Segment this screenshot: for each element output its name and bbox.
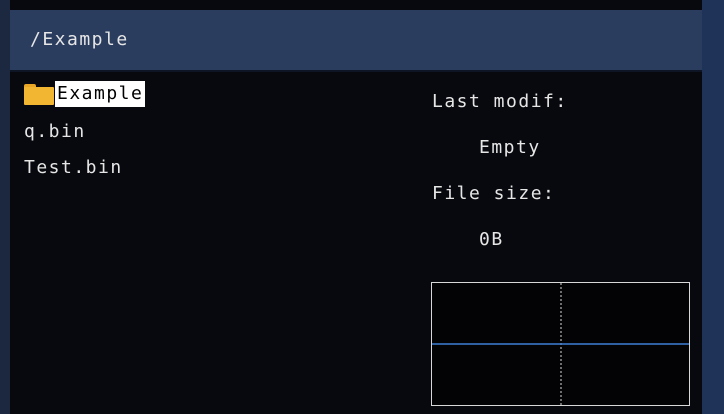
list-item-file-test-bin[interactable]: Test.bin [24,155,123,181]
file-browser-screen: /Example Example q.bin Test.bin Last mod… [0,0,724,414]
file-size-value: 0B [479,229,504,250]
last-modified-label: Last modif: [432,91,568,112]
last-modified-value: Empty [479,137,541,158]
left-frame-border [0,0,10,414]
list-item-label: Example [55,81,146,107]
list-item-file-q-bin[interactable]: q.bin [24,119,86,145]
list-item-folder-example[interactable]: Example [24,81,146,107]
path-divider [10,70,702,72]
waveform-preview-canvas [432,283,689,405]
right-scrollbar-track[interactable] [702,0,724,414]
file-size-label: File size: [432,183,556,204]
path-bar: /Example [10,10,702,70]
folder-icon [24,83,54,105]
list-item-label: q.bin [24,121,86,142]
list-item-label: Test.bin [24,157,123,178]
current-path: /Example [30,29,129,50]
waveform-preview [431,282,690,406]
